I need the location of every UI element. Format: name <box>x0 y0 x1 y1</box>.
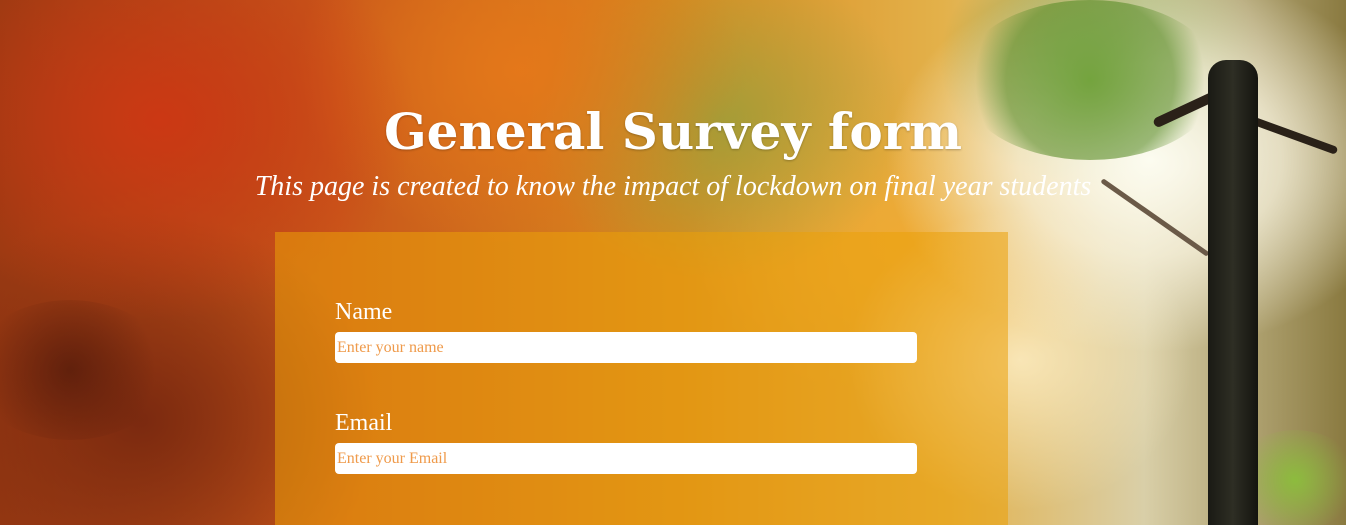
email-label: Email <box>335 410 393 436</box>
page-title: General Survey form <box>383 102 963 161</box>
page-header: General Survey form This page is created… <box>0 100 1346 204</box>
email-input[interactable] <box>335 443 917 474</box>
name-input[interactable] <box>335 332 917 363</box>
survey-form: Name Email <box>275 232 1008 525</box>
page-description: This page is created to know the impact … <box>254 171 1092 202</box>
name-label: Name <box>335 299 393 325</box>
